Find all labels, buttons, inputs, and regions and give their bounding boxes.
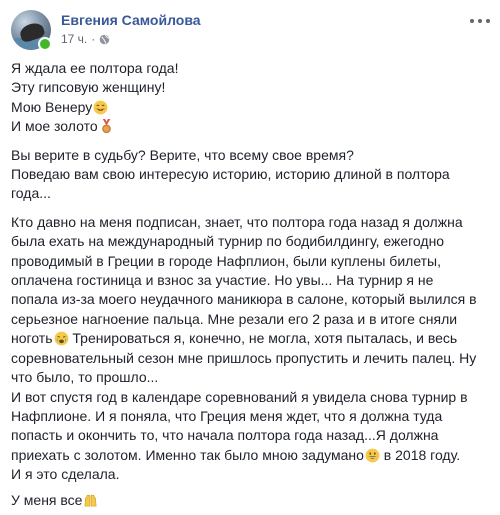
paragraph-3: Кто давно на меня подписан, знает, что п… [11, 213, 477, 483]
raising-hands-icon [85, 494, 97, 506]
medal-icon [101, 119, 111, 134]
post-header: Евгения Самойлова 17 ч. · [11, 8, 490, 54]
globe-icon[interactable] [99, 34, 110, 45]
post-card: Евгения Самойлова 17 ч. · Я ждала ее пол… [0, 0, 500, 508]
post-time[interactable]: 17 ч. [61, 32, 87, 46]
paragraph-1: Я ждала ее полтора года! Эту гипсовую же… [11, 60, 179, 135]
paragraph-2: Вы верите в судьбу? Верите, что всему св… [11, 146, 450, 202]
meta-separator: · [91, 32, 96, 46]
online-status-indicator [38, 37, 52, 51]
crying-face-icon [54, 331, 68, 346]
author-name[interactable]: Евгения Самойлова [61, 12, 201, 28]
smiling-face-icon [93, 100, 108, 115]
more-options-icon[interactable] [470, 14, 490, 28]
post-text: Я ждала ее полтора года! Эту гипсовую же… [11, 59, 493, 515]
grinning-face-icon [365, 448, 380, 463]
post-meta: 17 ч. · [61, 32, 110, 46]
paragraph-4: У меня все [11, 491, 493, 510]
avatar[interactable] [11, 10, 52, 51]
